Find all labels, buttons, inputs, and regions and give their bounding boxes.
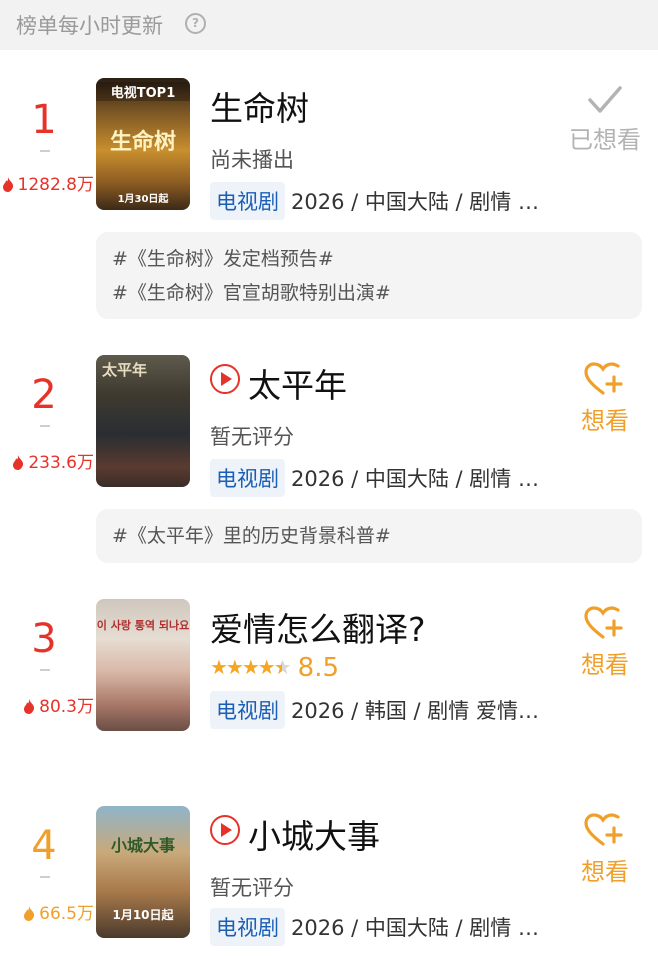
poster-title: 이 사랑 통역 되나요	[96, 619, 190, 632]
rank-number: 2	[31, 372, 57, 418]
help-icon[interactable]: ?	[185, 13, 206, 34]
play-icon[interactable]	[210, 364, 240, 394]
poster-image[interactable]: 太平年	[96, 355, 190, 487]
item-title[interactable]: 生命树	[210, 82, 309, 130]
want-to-watch-button[interactable]: 想看	[560, 361, 650, 436]
topic-box: #《生命树》发定档预告# #《生命树》官宣胡歌特别出演#	[96, 232, 642, 319]
heat-text: 1282.8万	[17, 175, 94, 195]
rating-status: 暂无评分	[210, 425, 294, 449]
heat-value: 1282.8万	[0, 170, 94, 197]
poster-image[interactable]: 电视TOP1 生命树 1月30日起	[96, 78, 190, 210]
heat-value: 80.3万	[0, 692, 94, 719]
heart-plus-icon	[560, 361, 650, 401]
category-tag: 电视剧	[210, 691, 285, 729]
want-to-watch-button[interactable]: 已想看	[560, 84, 650, 155]
topic-link[interactable]: #《生命树》发定档预告#	[112, 242, 626, 276]
rank-change-dash	[40, 669, 50, 671]
meta-line: 电视剧 2026 / 韩国 / 剧情 爱情…	[210, 691, 539, 729]
poster-image[interactable]: 이 사랑 통역 되나요	[96, 599, 190, 731]
topic-link[interactable]: #《生命树》官宣胡歌特别出演#	[112, 276, 626, 310]
poster-title: 生命树	[109, 130, 176, 155]
action-label: 想看	[581, 651, 629, 679]
action-label: 已想看	[569, 126, 641, 154]
title-text[interactable]: 爱情怎么翻译?	[210, 610, 426, 649]
star-icon: ★★★★	[210, 655, 276, 679]
rank-change-dash	[40, 150, 50, 152]
play-icon[interactable]	[210, 815, 240, 845]
flame-icon	[2, 177, 14, 197]
meta-text: 2026 / 中国大陆 / 剧情 …	[291, 467, 539, 491]
poster-title: 太平年	[102, 361, 148, 379]
rank-number: 4	[31, 823, 57, 869]
heat-text: 233.6万	[28, 453, 94, 473]
poster-badge: 电视TOP1	[96, 82, 190, 101]
category-tag: 电视剧	[210, 459, 285, 497]
poster-date: 1月10日起	[112, 908, 174, 922]
update-notice: 榜单每小时更新	[16, 14, 163, 38]
meta-text: 2026 / 中国大陆 / 剧情 …	[291, 190, 539, 214]
title-text[interactable]: 小城大事	[248, 817, 380, 856]
flame-icon	[23, 906, 35, 926]
topic-box: #《太平年》里的历史背景科普#	[96, 509, 642, 563]
meta-line: 电视剧 2026 / 中国大陆 / 剧情 …	[210, 459, 539, 497]
meta-line: 电视剧 2026 / 中国大陆 / 剧情 …	[210, 908, 539, 946]
rating-score: 8.5	[297, 653, 340, 683]
action-label: 想看	[581, 407, 629, 435]
meta-text: 2026 / 中国大陆 / 剧情 …	[291, 916, 539, 940]
heart-plus-icon	[560, 605, 650, 645]
checkmark-icon	[560, 84, 650, 120]
item-title[interactable]: 太平年	[210, 359, 347, 407]
flame-icon	[23, 699, 35, 719]
poster-date: 1月30日起	[117, 194, 169, 205]
rank-change-dash	[40, 425, 50, 427]
rank-number: 3	[31, 616, 57, 662]
poster-image[interactable]: 小城大事 1月10日起	[96, 806, 190, 938]
action-label: 想看	[581, 858, 629, 886]
meta-text: 2026 / 韩国 / 剧情 爱情…	[291, 699, 539, 723]
title-text[interactable]: 生命树	[210, 89, 309, 128]
want-to-watch-button[interactable]: 想看	[560, 812, 650, 887]
item-title[interactable]: 爱情怎么翻译?	[210, 603, 426, 651]
category-tag: 电视剧	[210, 908, 285, 946]
title-text[interactable]: 太平年	[248, 366, 347, 405]
want-to-watch-button[interactable]: 想看	[560, 605, 650, 680]
heat-value: 66.5万	[0, 899, 94, 926]
topic-link[interactable]: #《太平年》里的历史背景科普#	[112, 519, 626, 553]
half-star-icon: ★	[273, 655, 292, 679]
rating-status: 尚未播出	[210, 148, 294, 172]
rating-status: 暂无评分	[210, 876, 294, 900]
flame-icon	[12, 455, 24, 475]
poster-title: 小城大事	[110, 836, 175, 855]
rank-change-dash	[40, 876, 50, 878]
heat-text: 80.3万	[39, 697, 94, 717]
heart-plus-icon	[560, 812, 650, 852]
heat-text: 66.5万	[39, 904, 94, 924]
category-tag: 电视剧	[210, 182, 285, 220]
heat-value: 233.6万	[0, 448, 94, 475]
rating: ★★★★★ 8.5	[210, 653, 339, 683]
rank-number: 1	[31, 97, 57, 143]
header-bar: 榜单每小时更新 ?	[0, 0, 658, 50]
meta-line: 电视剧 2026 / 中国大陆 / 剧情 …	[210, 182, 539, 220]
item-title[interactable]: 小城大事	[210, 810, 380, 858]
